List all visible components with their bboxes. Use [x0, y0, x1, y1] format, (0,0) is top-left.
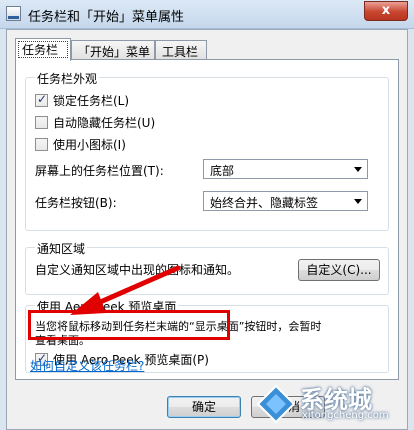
taskbar-location-select[interactable]: 底部	[203, 159, 368, 179]
customize-button[interactable]: 自定义(C)...	[298, 259, 380, 281]
help-link[interactable]: 如何自定义该任务栏?	[30, 357, 144, 374]
tab-start-menu[interactable]: 「开始」菜单	[71, 40, 155, 59]
auto-hide-checkbox[interactable]	[35, 115, 48, 129]
watermark-domain: xitongcheng.com	[302, 410, 389, 421]
small-icons-checkbox[interactable]	[35, 137, 48, 151]
lock-taskbar-option[interactable]: 锁定任务栏(L)	[35, 92, 129, 108]
highlight-box	[28, 310, 230, 340]
tab-toolbars[interactable]: 工具栏	[155, 40, 207, 59]
appearance-group-label: 任务栏外观	[35, 70, 100, 87]
notification-description: 自定义通知区域中出现的图标和通知。	[35, 263, 240, 277]
title-bar: 任务栏和「开始」菜单属性 x	[0, 0, 414, 29]
taskbar-buttons-label: 任务栏按钮(B):	[35, 196, 117, 210]
small-icons-label: 使用小图标(I)	[53, 137, 126, 152]
taskbar-buttons-value: 始终合并、隐藏标签	[210, 196, 319, 210]
small-icons-option[interactable]: 使用小图标(I)	[35, 136, 126, 152]
taskbar-properties-icon	[6, 6, 21, 21]
taskbar-location-label: 屏幕上的任务栏位置(T):	[35, 164, 164, 178]
taskbar-location-value: 底部	[210, 164, 235, 178]
dialog-body: 任务栏 「开始」菜单 工具栏 任务栏外观 锁定任务栏(L) 自动隐藏任务栏(U)…	[6, 29, 408, 430]
lock-taskbar-label: 锁定任务栏(L)	[53, 93, 130, 108]
watermark: 系统城 xitongcheng.com	[256, 380, 406, 424]
notification-group-label: 通知区域	[35, 240, 88, 257]
lock-taskbar-checkbox[interactable]	[35, 92, 48, 107]
auto-hide-label: 自动隐藏任务栏(U)	[53, 115, 156, 130]
chevron-down-icon	[354, 199, 362, 204]
chevron-down-icon	[354, 167, 362, 172]
watermark-logo-icon	[256, 384, 296, 424]
tab-taskbar[interactable]: 任务栏	[15, 38, 71, 61]
appearance-group: 任务栏外观 锁定任务栏(L) 自动隐藏任务栏(U) 使用小图标(I) 屏幕上的任…	[25, 70, 389, 231]
close-button[interactable]: x	[364, 1, 408, 21]
window-title: 任务栏和「开始」菜单属性	[28, 10, 185, 25]
auto-hide-option[interactable]: 自动隐藏任务栏(U)	[35, 114, 155, 130]
notification-area-group: 通知区域 自定义通知区域中出现的图标和通知。 自定义(C)...	[25, 240, 389, 295]
taskbar-buttons-select[interactable]: 始终合并、隐藏标签	[203, 191, 368, 211]
ok-button[interactable]: 确定	[167, 396, 241, 418]
